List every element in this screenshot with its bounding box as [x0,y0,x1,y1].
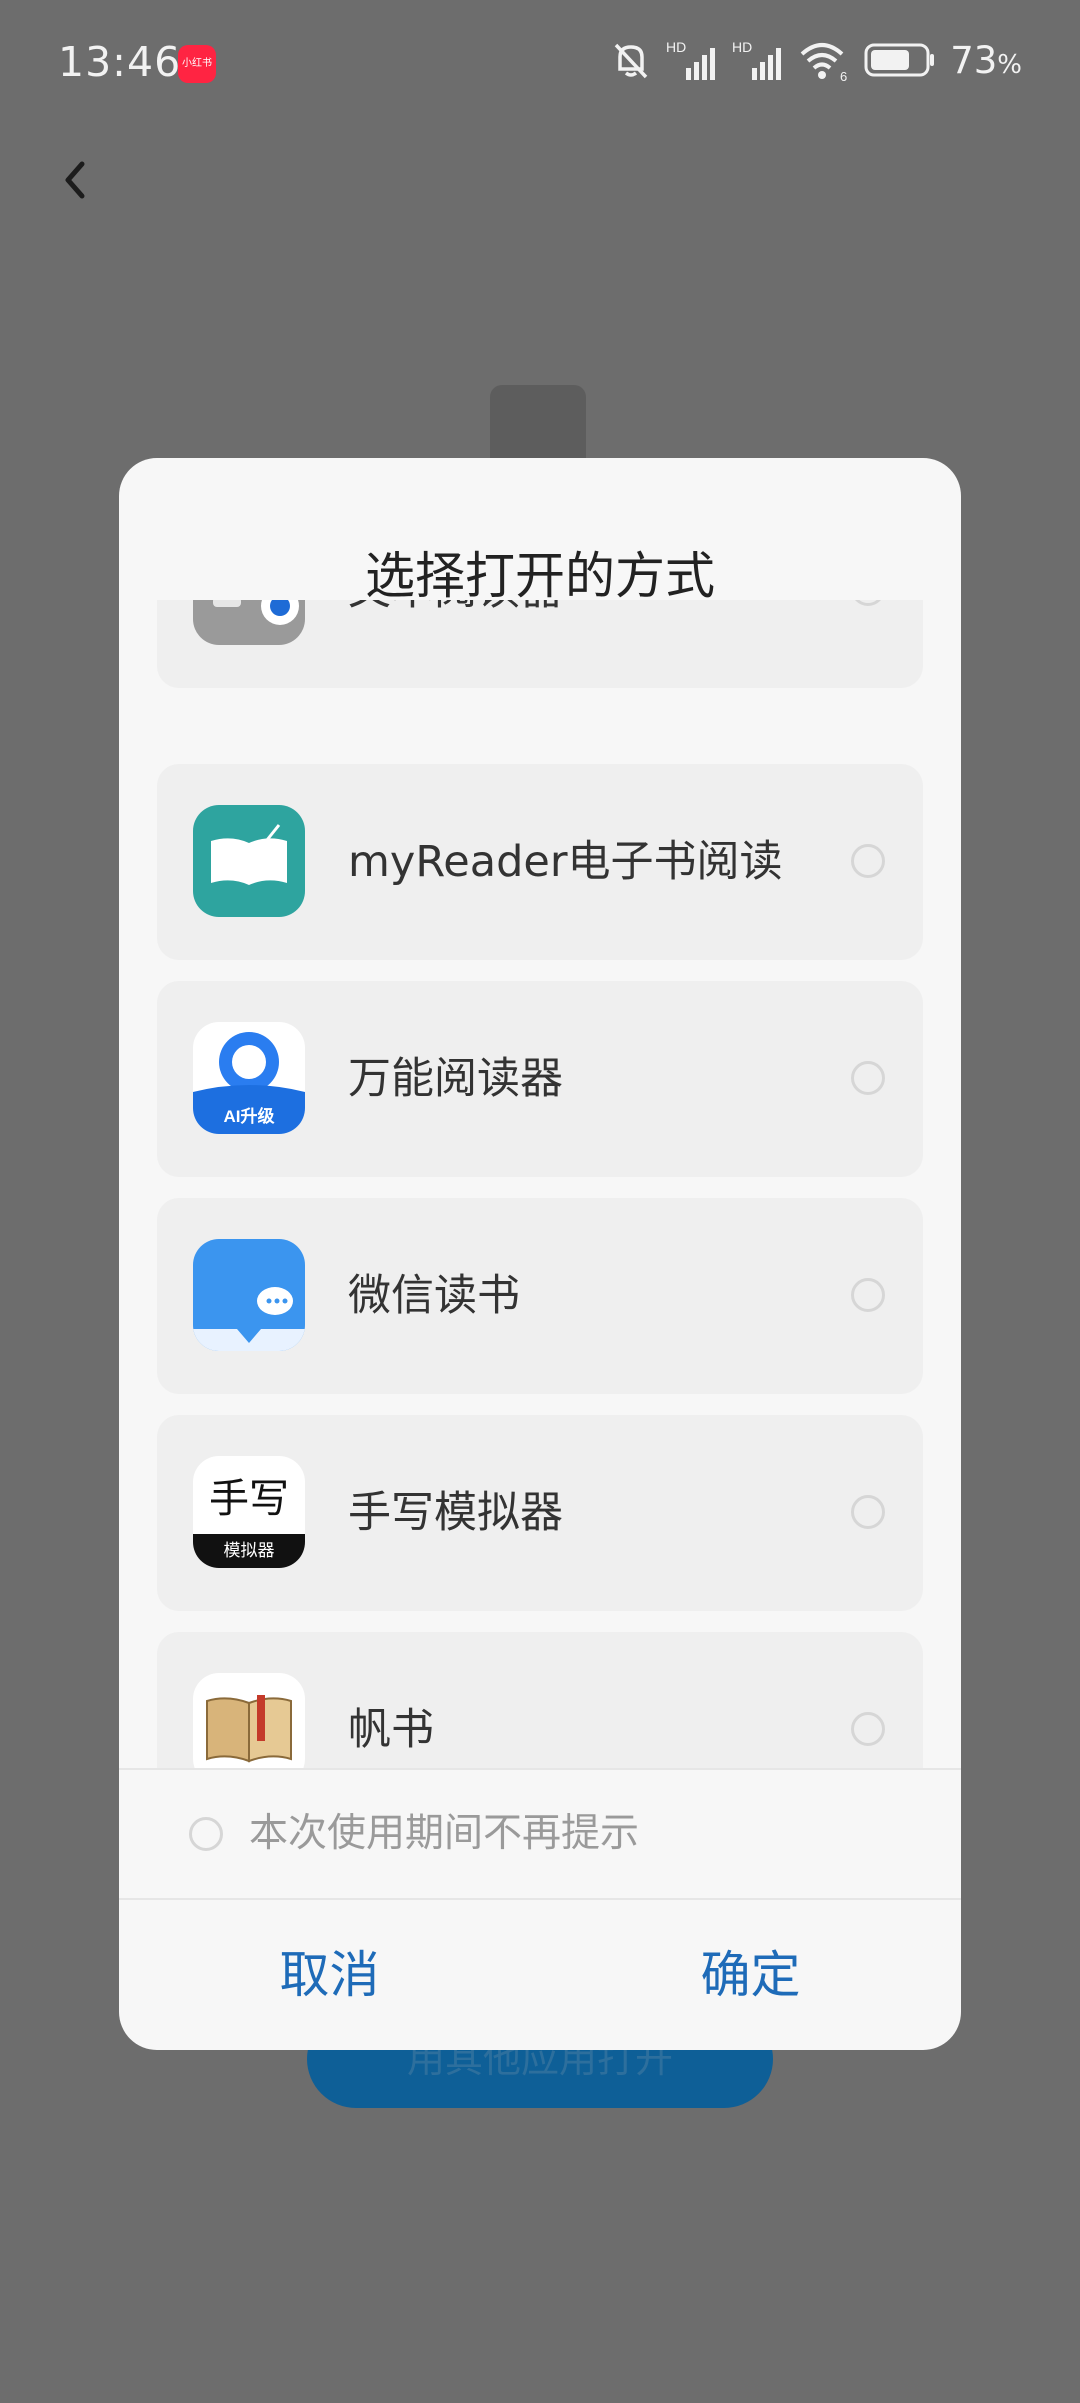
svg-text:AI升级: AI升级 [224,1106,275,1126]
app-label: myReader电子书阅读 [348,837,783,887]
svg-text:HD: HD [666,39,686,55]
back-arrow-icon[interactable] [50,150,100,210]
list-item-fanshu[interactable]: 帆书 [157,1632,923,1768]
universal-reader-icon: AI升级 [193,1022,305,1134]
handwriting-icon: 手写 模拟器 [193,1456,305,1568]
fanshu-book-icon [193,1673,305,1768]
radio-button[interactable] [851,1061,885,1095]
open-with-dialog: 选择打开的方式 文本阅读器 myReader电子书阅读 [119,458,961,2050]
status-bar: 13:46 小红书 HD HD 6 73% [0,0,1080,130]
battery-percent: 73% [950,38,1022,82]
app-label: 微信读书 [348,1271,520,1321]
wifi-icon: 6 [800,43,847,82]
app-label: 帆书 [348,1705,434,1755]
status-time: 13:46 [58,38,182,86]
remember-radio-button[interactable] [189,1817,223,1851]
signal-icon: HD [666,39,716,80]
xiaohongshu-app-icon: 小红书 [178,45,216,83]
list-item-myreader[interactable]: myReader电子书阅读 [157,764,923,960]
radio-button[interactable] [851,844,885,878]
list-item-handwriting[interactable]: 手写 模拟器 手写模拟器 [157,1415,923,1611]
signal-icon-2: HD [732,39,782,80]
list-item-text-reader[interactable]: 文本阅读器 [157,600,923,688]
svg-text:HD: HD [732,39,752,55]
radio-button[interactable] [851,1712,885,1746]
cancel-button[interactable]: 取消 [119,1900,540,2050]
battery-icon [864,43,935,77]
app-label: 手写模拟器 [348,1488,563,1538]
wechat-read-icon [193,1239,305,1351]
mute-bell-icon [614,43,648,79]
radio-button[interactable] [851,1495,885,1529]
dialog-title: 选择打开的方式 [365,547,715,605]
app-label: 文本阅读器 [348,600,563,688]
app-list[interactable]: 文本阅读器 myReader电子书阅读 AI升级 [119,600,961,1768]
do-not-remind-option[interactable]: 本次使用期间不再提示 [119,1770,961,1898]
radio-button[interactable] [851,1278,885,1312]
svg-text:6: 6 [840,69,847,82]
status-icons: HD HD 6 73% [610,38,1022,82]
list-item-universal-reader[interactable]: AI升级 万能阅读器 [157,981,923,1177]
app-label: 万能阅读器 [348,1054,563,1104]
confirm-button[interactable]: 确定 [540,1900,961,2050]
list-item-wechat-read[interactable]: 微信读书 [157,1198,923,1394]
open-book-icon [193,805,305,917]
remember-label: 本次使用期间不再提示 [249,1811,640,1856]
